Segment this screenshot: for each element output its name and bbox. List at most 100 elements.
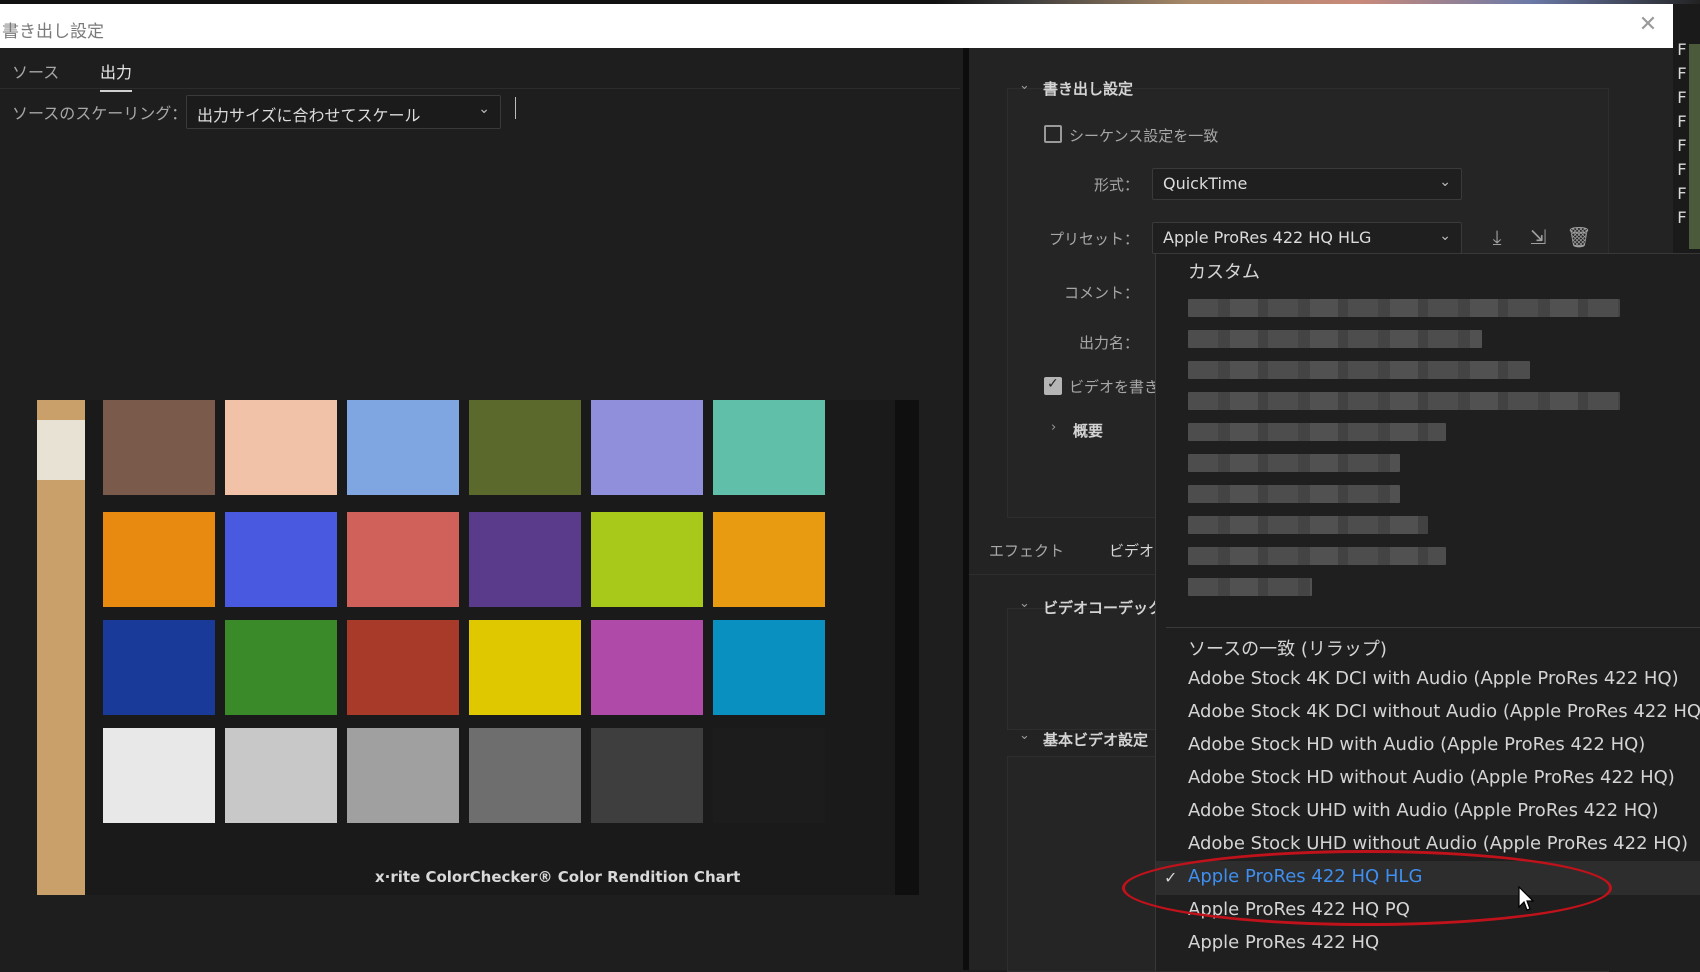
color-patch [591,620,703,715]
download-icon[interactable]: ⤓ [1484,224,1510,250]
blurred-preset-row [1188,330,1482,348]
edge-letter: F [1677,208,1687,227]
format-label: 形式： [1093,176,1139,194]
basic-video-title: 基本ビデオ設定 [1043,731,1149,749]
summary-label: 概要 [1073,422,1104,440]
color-patch [347,512,459,607]
edge-bar [1689,44,1700,249]
chevron-down-icon: ⌄ [478,101,490,117]
blurred-preset-row [1188,392,1620,410]
output-preview: x·rite ColorChecker® Color Rendition Cha… [37,400,919,895]
color-patch [469,728,581,823]
preset-option[interactable]: ソースの一致 (リラップ) [1188,635,1387,661]
edge-letter: F [1677,136,1687,155]
blurred-preset-row [1188,547,1446,565]
color-patch [103,512,215,607]
preview-box-edge [37,400,85,895]
color-patch [347,620,459,715]
dropdown-header-custom: カスタム [1188,262,1260,283]
blurred-preset-row [1188,361,1530,379]
preset-label: プリセット： [1048,230,1139,248]
color-patch [591,400,703,495]
title-bar: 書き出し設定 ✕ [0,4,1673,48]
color-patch [469,620,581,715]
color-patch [225,620,337,715]
blurred-preset-row [1188,454,1400,472]
export-video-label: ビデオを書き [1069,378,1160,396]
color-patch [591,512,703,607]
preset-option[interactable]: Adobe Stock HD without Audio (Apple ProR… [1188,767,1675,788]
edge-letter: F [1677,40,1687,59]
preset-option[interactable]: Adobe Stock UHD without Audio (Apple Pro… [1188,833,1688,854]
color-patch [347,728,459,823]
color-patch [225,728,337,823]
import-preset-icon[interactable]: ⇲ [1525,224,1551,250]
preset-option[interactable]: Adobe Stock UHD with Audio (Apple ProRes… [1188,800,1659,821]
comment-label: コメント： [1063,284,1139,302]
preset-option[interactable]: Apple ProRes 422 HQ [1188,932,1379,953]
preset-dropdown-list: カスタム ✓ ソースの一致 (リラップ) Adobe Stock 4K DCI … [1155,253,1700,971]
section-title: 書き出し設定 [1043,80,1134,98]
preset-option[interactable]: Adobe Stock 4K DCI without Audio (Apple … [1188,701,1700,722]
blurred-preset-row [1188,578,1312,596]
edge-letter: F [1677,64,1687,83]
color-patch [225,512,337,607]
video-codec-title: ビデオコーデック [1043,599,1164,617]
edge-letter: F [1677,112,1687,131]
preset-option[interactable]: Adobe Stock HD with Audio (Apple ProRes … [1188,734,1645,755]
preset-value: Apple ProRes 422 HQ HLG [1163,228,1372,247]
color-patch [469,512,581,607]
color-patch [469,400,581,495]
color-patch [713,728,825,823]
blurred-preset-row [1188,299,1620,317]
chevron-right-icon[interactable]: › [1051,420,1056,435]
scaling-select[interactable]: 出力サイズに合わせてスケール ⌄ [186,95,501,129]
text-cursor [515,97,516,119]
checkmark-icon: ✓ [1164,868,1178,887]
preset-select[interactable]: Apple ProRes 422 HQ HLG ⌄ [1152,222,1462,254]
color-patch [103,620,215,715]
color-patch [713,400,825,495]
blurred-preset-row [1188,516,1428,534]
window-title: 書き出し設定 [2,22,104,42]
tab-source[interactable]: ソース [12,59,59,83]
color-patch [713,512,825,607]
color-patch [103,400,215,495]
match-sequence-label: シーケンス設定を一致 [1069,127,1219,145]
chart-caption: x·rite ColorChecker® Color Rendition Cha… [375,868,741,886]
blurred-preset-row [1188,485,1400,503]
trash-icon[interactable]: 🗑 [1566,224,1592,250]
source-output-panel: ソース 出力 ソースのスケーリング： 出力サイズに合わせてスケール ⌄ x·ri… [0,48,960,970]
chevron-down-icon[interactable]: ⌄ [1019,596,1030,611]
color-checker-chart: x·rite ColorChecker® Color Rendition Cha… [85,400,895,895]
output-name-label: 出力名： [1078,334,1139,352]
format-select[interactable]: QuickTime ⌄ [1152,168,1462,200]
tab-bar: ソース 出力 [0,48,960,92]
color-patch [713,620,825,715]
preset-option[interactable]: Adobe Stock 4K DCI with Audio (Apple Pro… [1188,668,1679,689]
tab-effects[interactable]: エフェクト [989,540,1064,561]
chevron-down-icon[interactable]: ⌄ [1019,728,1030,743]
tab-video[interactable]: ビデオ [1109,540,1154,561]
scaling-value: 出力サイズに合わせてスケール [197,106,421,125]
preset-option-selected[interactable]: Apple ProRes 422 HQ HLG [1188,866,1422,887]
edge-letter: F [1677,160,1687,179]
color-patch [591,728,703,823]
dropdown-separator [1166,627,1700,628]
chevron-down-icon[interactable]: ⌄ [1019,78,1030,93]
color-patch [347,400,459,495]
format-value: QuickTime [1163,174,1248,193]
preset-option[interactable]: Apple ProRes 422 HQ PQ [1188,899,1410,920]
close-icon[interactable]: ✕ [1635,12,1661,38]
color-patch [103,728,215,823]
mouse-pointer-icon [1518,886,1534,911]
edge-letter: F [1677,88,1687,107]
edge-letter: F [1677,184,1687,203]
scaling-label: ソースのスケーリング： [12,104,188,123]
blurred-preset-row [1188,423,1446,441]
color-patch [225,400,337,495]
export-video-checkbox[interactable] [1044,376,1062,395]
match-sequence-checkbox[interactable] [1044,125,1062,143]
chevron-down-icon: ⌄ [1439,228,1451,244]
tab-output[interactable]: 出力 [100,59,133,92]
